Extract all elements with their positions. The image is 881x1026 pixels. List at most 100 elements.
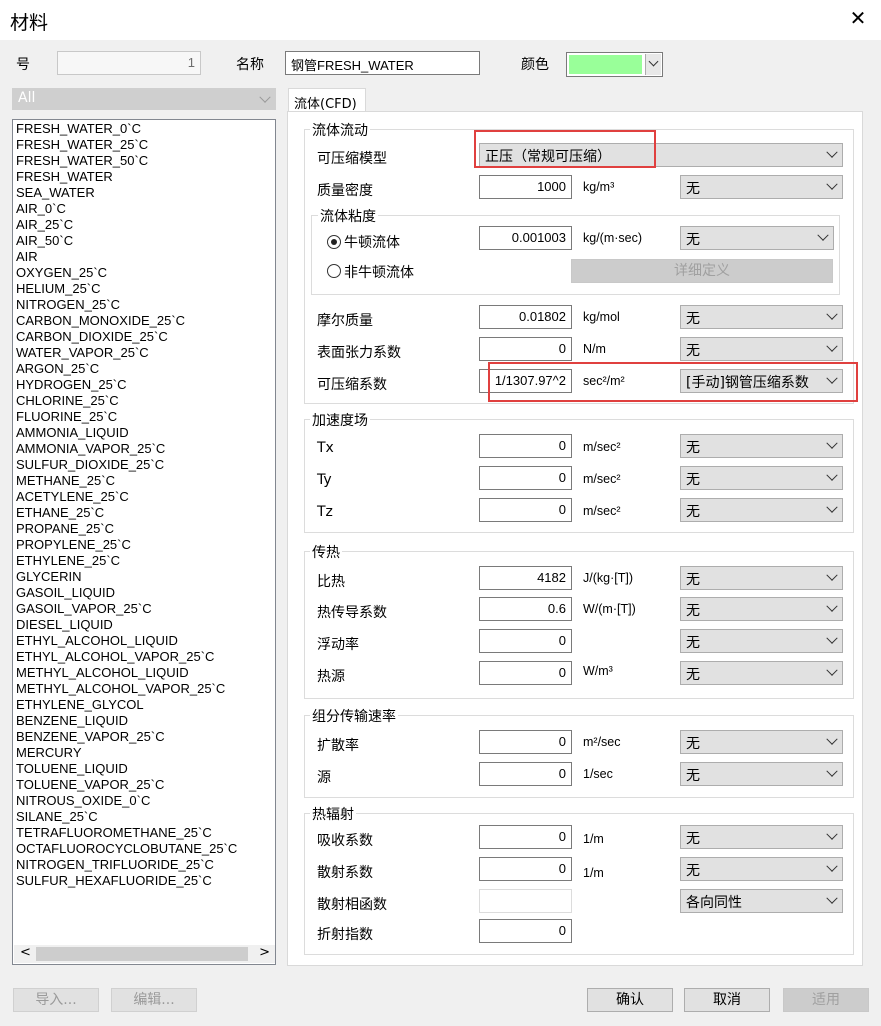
list-item[interactable]: ACETYLENE_25`C <box>16 489 129 504</box>
list-item[interactable]: BENZENE_VAPOR_25`C <box>16 729 165 744</box>
detail-define-button[interactable]: 详细定义 <box>571 259 833 283</box>
list-item[interactable]: DIESEL_LIQUID <box>16 617 113 632</box>
species-src-input[interactable]: 0 <box>479 762 572 786</box>
refr-input[interactable]: 0 <box>479 919 572 943</box>
list-item[interactable]: FRESH_WATER_0`C <box>16 121 141 136</box>
list-item[interactable]: NITROUS_OXIDE_0`C <box>16 793 150 808</box>
list-item[interactable]: HYDROGEN_25`C <box>16 377 127 392</box>
list-item[interactable]: CHLORINE_25`C <box>16 393 119 408</box>
heat-src-source-dropdown[interactable]: 无 <box>680 661 843 685</box>
color-picker[interactable] <box>566 52 663 77</box>
list-item[interactable]: ETHYLENE_GLYCOL <box>16 697 144 712</box>
phase-source-dropdown[interactable]: 各向同性 <box>680 889 843 913</box>
list-item[interactable]: FRESH_WATER_25`C <box>16 137 148 152</box>
list-item[interactable]: NITROGEN_TRIFLUORIDE_25`C <box>16 857 214 872</box>
list-item[interactable]: GASOIL_LIQUID <box>16 585 115 600</box>
list-item[interactable]: AIR_25`C <box>16 217 73 232</box>
apply-button[interactable]: 适用 <box>783 988 869 1012</box>
density-source-value: 无 <box>686 181 700 197</box>
ty-source-dropdown[interactable]: 无 <box>680 466 843 490</box>
k-input[interactable]: 0.6 <box>479 597 572 621</box>
list-item[interactable]: FLUORINE_25`C <box>16 409 117 424</box>
list-item[interactable]: SULFUR_DIOXIDE_25`C <box>16 457 164 472</box>
ty-input[interactable]: 0 <box>479 466 572 490</box>
scat-source-dropdown[interactable]: 无 <box>680 857 843 881</box>
buoy-source-dropdown[interactable]: 无 <box>680 629 843 653</box>
list-item[interactable]: NITROGEN_25`C <box>16 297 120 312</box>
list-item[interactable]: OCTAFLUOROCYCLOBUTANE_25`C <box>16 841 237 856</box>
list-item[interactable]: AMMONIA_LIQUID <box>16 425 129 440</box>
material-list[interactable]: SULFUR_HEXAFLUORIDE_25`C NITROGEN_TRIFLUO… <box>12 119 276 965</box>
cp-input[interactable]: 4182 <box>479 566 572 590</box>
tz-input[interactable]: 0 <box>479 498 572 522</box>
tab-cfd[interactable]: 流体(CFD) <box>288 88 366 112</box>
list-item[interactable]: ETHANE_25`C <box>16 505 104 520</box>
list-item[interactable]: GASOIL_VAPOR_25`C <box>16 601 152 616</box>
cp-source-dropdown[interactable]: 无 <box>680 566 843 590</box>
edit-button[interactable]: 编辑... <box>111 988 197 1012</box>
list-item[interactable]: TETRAFLUOROMETHANE_25`C <box>16 825 212 840</box>
diff-source-dropdown[interactable]: 无 <box>680 730 843 754</box>
scat-input[interactable]: 0 <box>479 857 572 881</box>
scroll-right-icon[interactable]: > <box>259 945 270 960</box>
scrollbar-thumb[interactable] <box>36 947 248 961</box>
species-src-source-dropdown[interactable]: 无 <box>680 762 843 786</box>
list-item[interactable]: SILANE_25`C <box>16 809 98 824</box>
list-item[interactable]: HELIUM_25`C <box>16 281 101 296</box>
list-item[interactable]: TOLUENE_LIQUID <box>16 761 128 776</box>
buoy-input[interactable]: 0 <box>479 629 572 653</box>
name-field[interactable]: 钢管FRESH_WATER <box>285 51 480 75</box>
list-item[interactable]: FRESH_WATER <box>16 169 113 184</box>
diff-input[interactable]: 0 <box>479 730 572 754</box>
list-item[interactable]: METHYL_ALCOHOL_LIQUID <box>16 665 189 680</box>
list-item[interactable]: TOLUENE_VAPOR_25`C <box>16 777 164 792</box>
newtonian-input[interactable]: 0.001003 <box>479 226 572 250</box>
list-item[interactable]: SEA_WATER <box>16 185 95 200</box>
abs-input[interactable]: 0 <box>479 825 572 849</box>
list-item[interactable]: CARBON_MONOXIDE_25`C <box>16 313 185 328</box>
newtonian-radio[interactable] <box>327 235 341 249</box>
list-item[interactable]: PROPYLENE_25`C <box>16 537 131 552</box>
cancel-button[interactable]: 取消 <box>684 988 770 1012</box>
list-item[interactable]: ETHYL_ALCOHOL_VAPOR_25`C <box>16 649 214 664</box>
list-item[interactable]: WATER_VAPOR_25`C <box>16 345 149 360</box>
horizontal-scrollbar[interactable]: < > <box>14 945 275 963</box>
scroll-left-icon[interactable]: < <box>20 945 31 960</box>
list-item[interactable]: ARGON_25`C <box>16 361 99 376</box>
close-icon[interactable]: ✕ <box>846 6 870 30</box>
surface-source-dropdown[interactable]: 无 <box>680 337 843 361</box>
newtonian-source-dropdown[interactable]: 无 <box>680 226 834 250</box>
list-item[interactable]: MERCURY <box>16 745 82 760</box>
list-item[interactable]: AIR <box>16 249 38 264</box>
heat-src-input[interactable]: 0 <box>479 661 572 685</box>
list-item[interactable]: ETHYL_ALCOHOL_LIQUID <box>16 633 178 648</box>
list-item[interactable]: AIR_50`C <box>16 233 73 248</box>
list-item[interactable]: METHANE_25`C <box>16 473 115 488</box>
surface-input[interactable]: 0 <box>479 337 572 361</box>
list-item[interactable]: AMMONIA_VAPOR_25`C <box>16 441 165 456</box>
list-item[interactable]: AIR_0`C <box>16 201 66 216</box>
density-source-dropdown[interactable]: 无 <box>680 175 843 199</box>
list-item[interactable]: OXYGEN_25`C <box>16 265 107 280</box>
import-button[interactable]: 导入... <box>13 988 99 1012</box>
list-item[interactable]: FRESH_WATER_50`C <box>16 153 148 168</box>
list-item[interactable]: ETHYLENE_25`C <box>16 553 120 568</box>
ok-button[interactable]: 确认 <box>587 988 673 1012</box>
list-item[interactable]: PROPANE_25`C <box>16 521 114 536</box>
molar-input[interactable]: 0.01802 <box>479 305 572 329</box>
list-item[interactable]: SULFUR_HEXAFLUORIDE_25`C <box>16 873 212 888</box>
non-newtonian-radio[interactable] <box>327 264 341 278</box>
density-input[interactable]: 1000 <box>479 175 572 199</box>
tx-source-dropdown[interactable]: 无 <box>680 434 843 458</box>
chevron-down-icon[interactable] <box>645 54 661 75</box>
abs-source-dropdown[interactable]: 无 <box>680 825 843 849</box>
tz-source-dropdown[interactable]: 无 <box>680 498 843 522</box>
k-source-dropdown[interactable]: 无 <box>680 597 843 621</box>
list-item[interactable]: METHYL_ALCOHOL_VAPOR_25`C <box>16 681 225 696</box>
chevron-down-icon <box>826 308 838 320</box>
tx-input[interactable]: 0 <box>479 434 572 458</box>
list-item[interactable]: GLYCERIN <box>16 569 82 584</box>
list-item[interactable]: BENZENE_LIQUID <box>16 713 128 728</box>
molar-source-dropdown[interactable]: 无 <box>680 305 843 329</box>
list-item[interactable]: CARBON_DIOXIDE_25`C <box>16 329 168 344</box>
